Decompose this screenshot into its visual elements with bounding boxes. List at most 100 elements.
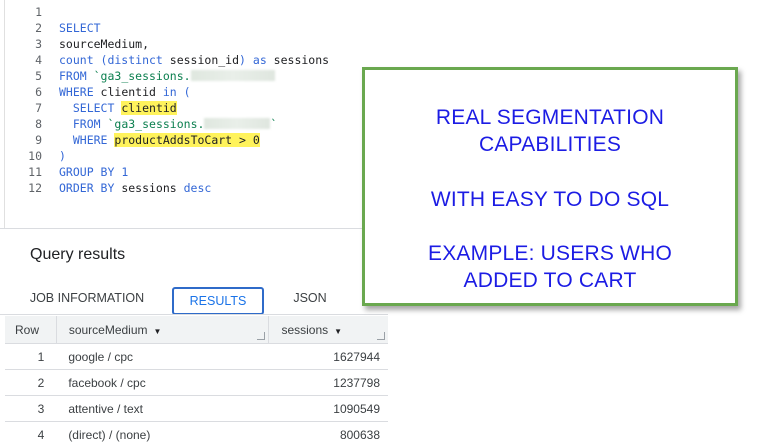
code-token: clientid	[121, 101, 176, 115]
redacted-text	[191, 70, 275, 81]
code-text: ORDER BY sessions desc	[59, 180, 211, 196]
code-token: as	[253, 53, 267, 67]
code-text: WHERE productAddsToCart > 0	[59, 132, 260, 148]
sessions-cell: 1090549	[269, 396, 388, 422]
row-number-cell: 2	[5, 370, 56, 396]
table-row[interactable]: 3 attentive / text 1090549	[5, 396, 388, 422]
line-number: 10	[0, 148, 42, 164]
sourcemedium-cell: facebook / cpc	[56, 370, 269, 396]
code-token: )	[59, 149, 66, 163]
code-line[interactable]: 2 SELECT	[0, 20, 360, 36]
row-number-cell: 3	[5, 396, 56, 422]
tab-json[interactable]: JSON	[280, 283, 340, 313]
code-token: productAddsToCart > 0	[114, 133, 259, 147]
code-line[interactable]: 1	[0, 4, 360, 20]
code-token: sessions	[121, 181, 183, 195]
code-token: FROM	[59, 69, 94, 83]
code-token: `	[270, 117, 277, 131]
table-row[interactable]: 2 facebook / cpc 1237798	[5, 370, 388, 396]
code-line[interactable]: 6 WHERE clientid in (	[0, 84, 360, 100]
column-header-sourcemedium-label: sourceMedium	[69, 323, 148, 337]
results-table: Row sourceMedium ▼ sessions ▼ 1 google / c…	[5, 316, 388, 447]
code-token: desc	[184, 181, 212, 195]
line-number: 7	[0, 100, 42, 116]
code-text: SELECT clientid	[59, 100, 177, 116]
annotation-callout-box: REAL SEGMENTATION CAPABILITIES WITH EASY…	[362, 67, 738, 306]
callout-line-1: REAL SEGMENTATION	[365, 106, 735, 130]
code-text: )	[59, 148, 66, 164]
code-token: WHERE	[59, 85, 101, 99]
code-token: )	[239, 53, 253, 67]
column-resize-handle[interactable]	[257, 332, 265, 340]
row-number-cell: 4	[5, 422, 56, 447]
table-row[interactable]: 4 (direct) / (none) 800638	[5, 422, 388, 447]
code-token: sessions	[267, 53, 329, 67]
line-number: 9	[0, 132, 42, 148]
table-row[interactable]: 1 google / cpc 1627944	[5, 344, 388, 370]
code-token: ORDER BY	[59, 181, 121, 195]
column-resize-handle[interactable]	[377, 332, 385, 340]
sourcemedium-cell: google / cpc	[56, 344, 269, 370]
code-token: WHERE	[73, 133, 115, 147]
results-tab-bar: JOB INFORMATION RESULTS JSON	[0, 283, 362, 315]
sort-dropdown-icon[interactable]: ▼	[334, 327, 342, 336]
sourcemedium-cell: (direct) / (none)	[56, 422, 269, 447]
line-number: 8	[0, 116, 42, 132]
sourcemedium-cell: attentive / text	[56, 396, 269, 422]
code-line[interactable]: 3 sourceMedium,	[0, 36, 360, 52]
callout-line-2: CAPABILITIES	[365, 133, 735, 157]
code-token: GROUP BY	[59, 165, 121, 179]
code-token: FROM	[73, 117, 108, 131]
callout-line-3: WITH EASY TO DO SQL	[365, 188, 735, 212]
code-text: FROM `ga3_sessions.	[59, 68, 275, 84]
code-token	[59, 117, 73, 131]
code-line[interactable]: 4count (distinct session_id) as sessions	[0, 52, 360, 68]
code-line[interactable]: 8 FROM `ga3_sessions. `	[0, 116, 360, 132]
column-header-row-label: Row	[15, 323, 39, 337]
code-token	[59, 101, 73, 115]
code-line[interactable]: 10)	[0, 148, 360, 164]
code-token: `ga3_sessions.	[94, 69, 191, 83]
line-number: 2	[0, 20, 42, 36]
column-header-row[interactable]: Row	[5, 316, 56, 344]
line-number: 3	[0, 36, 42, 52]
code-text: WHERE clientid in (	[59, 84, 191, 100]
tab-divider	[0, 314, 388, 315]
code-line[interactable]: 5FROM `ga3_sessions.	[0, 68, 360, 84]
redacted-text	[204, 118, 270, 129]
code-line[interactable]: 7 SELECT clientid	[0, 100, 360, 116]
line-number: 12	[0, 180, 42, 196]
row-number-cell: 1	[5, 344, 56, 370]
callout-line-5: ADDED TO CART	[365, 269, 735, 293]
line-number: 11	[0, 164, 42, 180]
code-text: sourceMedium,	[59, 36, 149, 52]
sessions-cell: 1237798	[269, 370, 388, 396]
column-header-sourcemedium[interactable]: sourceMedium ▼	[56, 316, 269, 344]
code-token: in (	[163, 85, 191, 99]
tab-job-information[interactable]: JOB INFORMATION	[12, 283, 162, 313]
code-token: `ga3_sessions.	[107, 117, 204, 131]
query-results-title: Query results	[30, 246, 125, 264]
code-text: count (distinct session_id) as sessions	[59, 52, 329, 68]
tab-results[interactable]: RESULTS	[172, 287, 264, 315]
code-line[interactable]: 11 GROUP BY 1	[0, 164, 360, 180]
code-token: clientid	[101, 85, 163, 99]
table-header-row: Row sourceMedium ▼ sessions ▼	[5, 316, 388, 344]
sessions-cell: 800638	[269, 422, 388, 447]
code-token: sourceMedium,	[59, 37, 149, 51]
code-token: 1	[121, 165, 128, 179]
code-line[interactable]: 12 ORDER BY sessions desc	[0, 180, 360, 196]
column-header-sessions[interactable]: sessions ▼	[269, 316, 388, 344]
code-line[interactable]: 9 WHERE productAddsToCart > 0	[0, 132, 360, 148]
code-token: SELECT	[59, 21, 101, 35]
callout-line-4: EXAMPLE: USERS WHO	[365, 242, 735, 266]
sort-dropdown-icon[interactable]: ▼	[154, 327, 162, 336]
line-number: 1	[0, 4, 42, 20]
code-token: SELECT	[73, 101, 121, 115]
editor-divider	[0, 228, 362, 229]
column-header-sessions-label: sessions	[281, 323, 328, 337]
code-token: session_id	[170, 53, 239, 67]
line-number: 6	[0, 84, 42, 100]
code-text: SELECT	[59, 20, 101, 36]
code-text: GROUP BY 1	[59, 164, 128, 180]
